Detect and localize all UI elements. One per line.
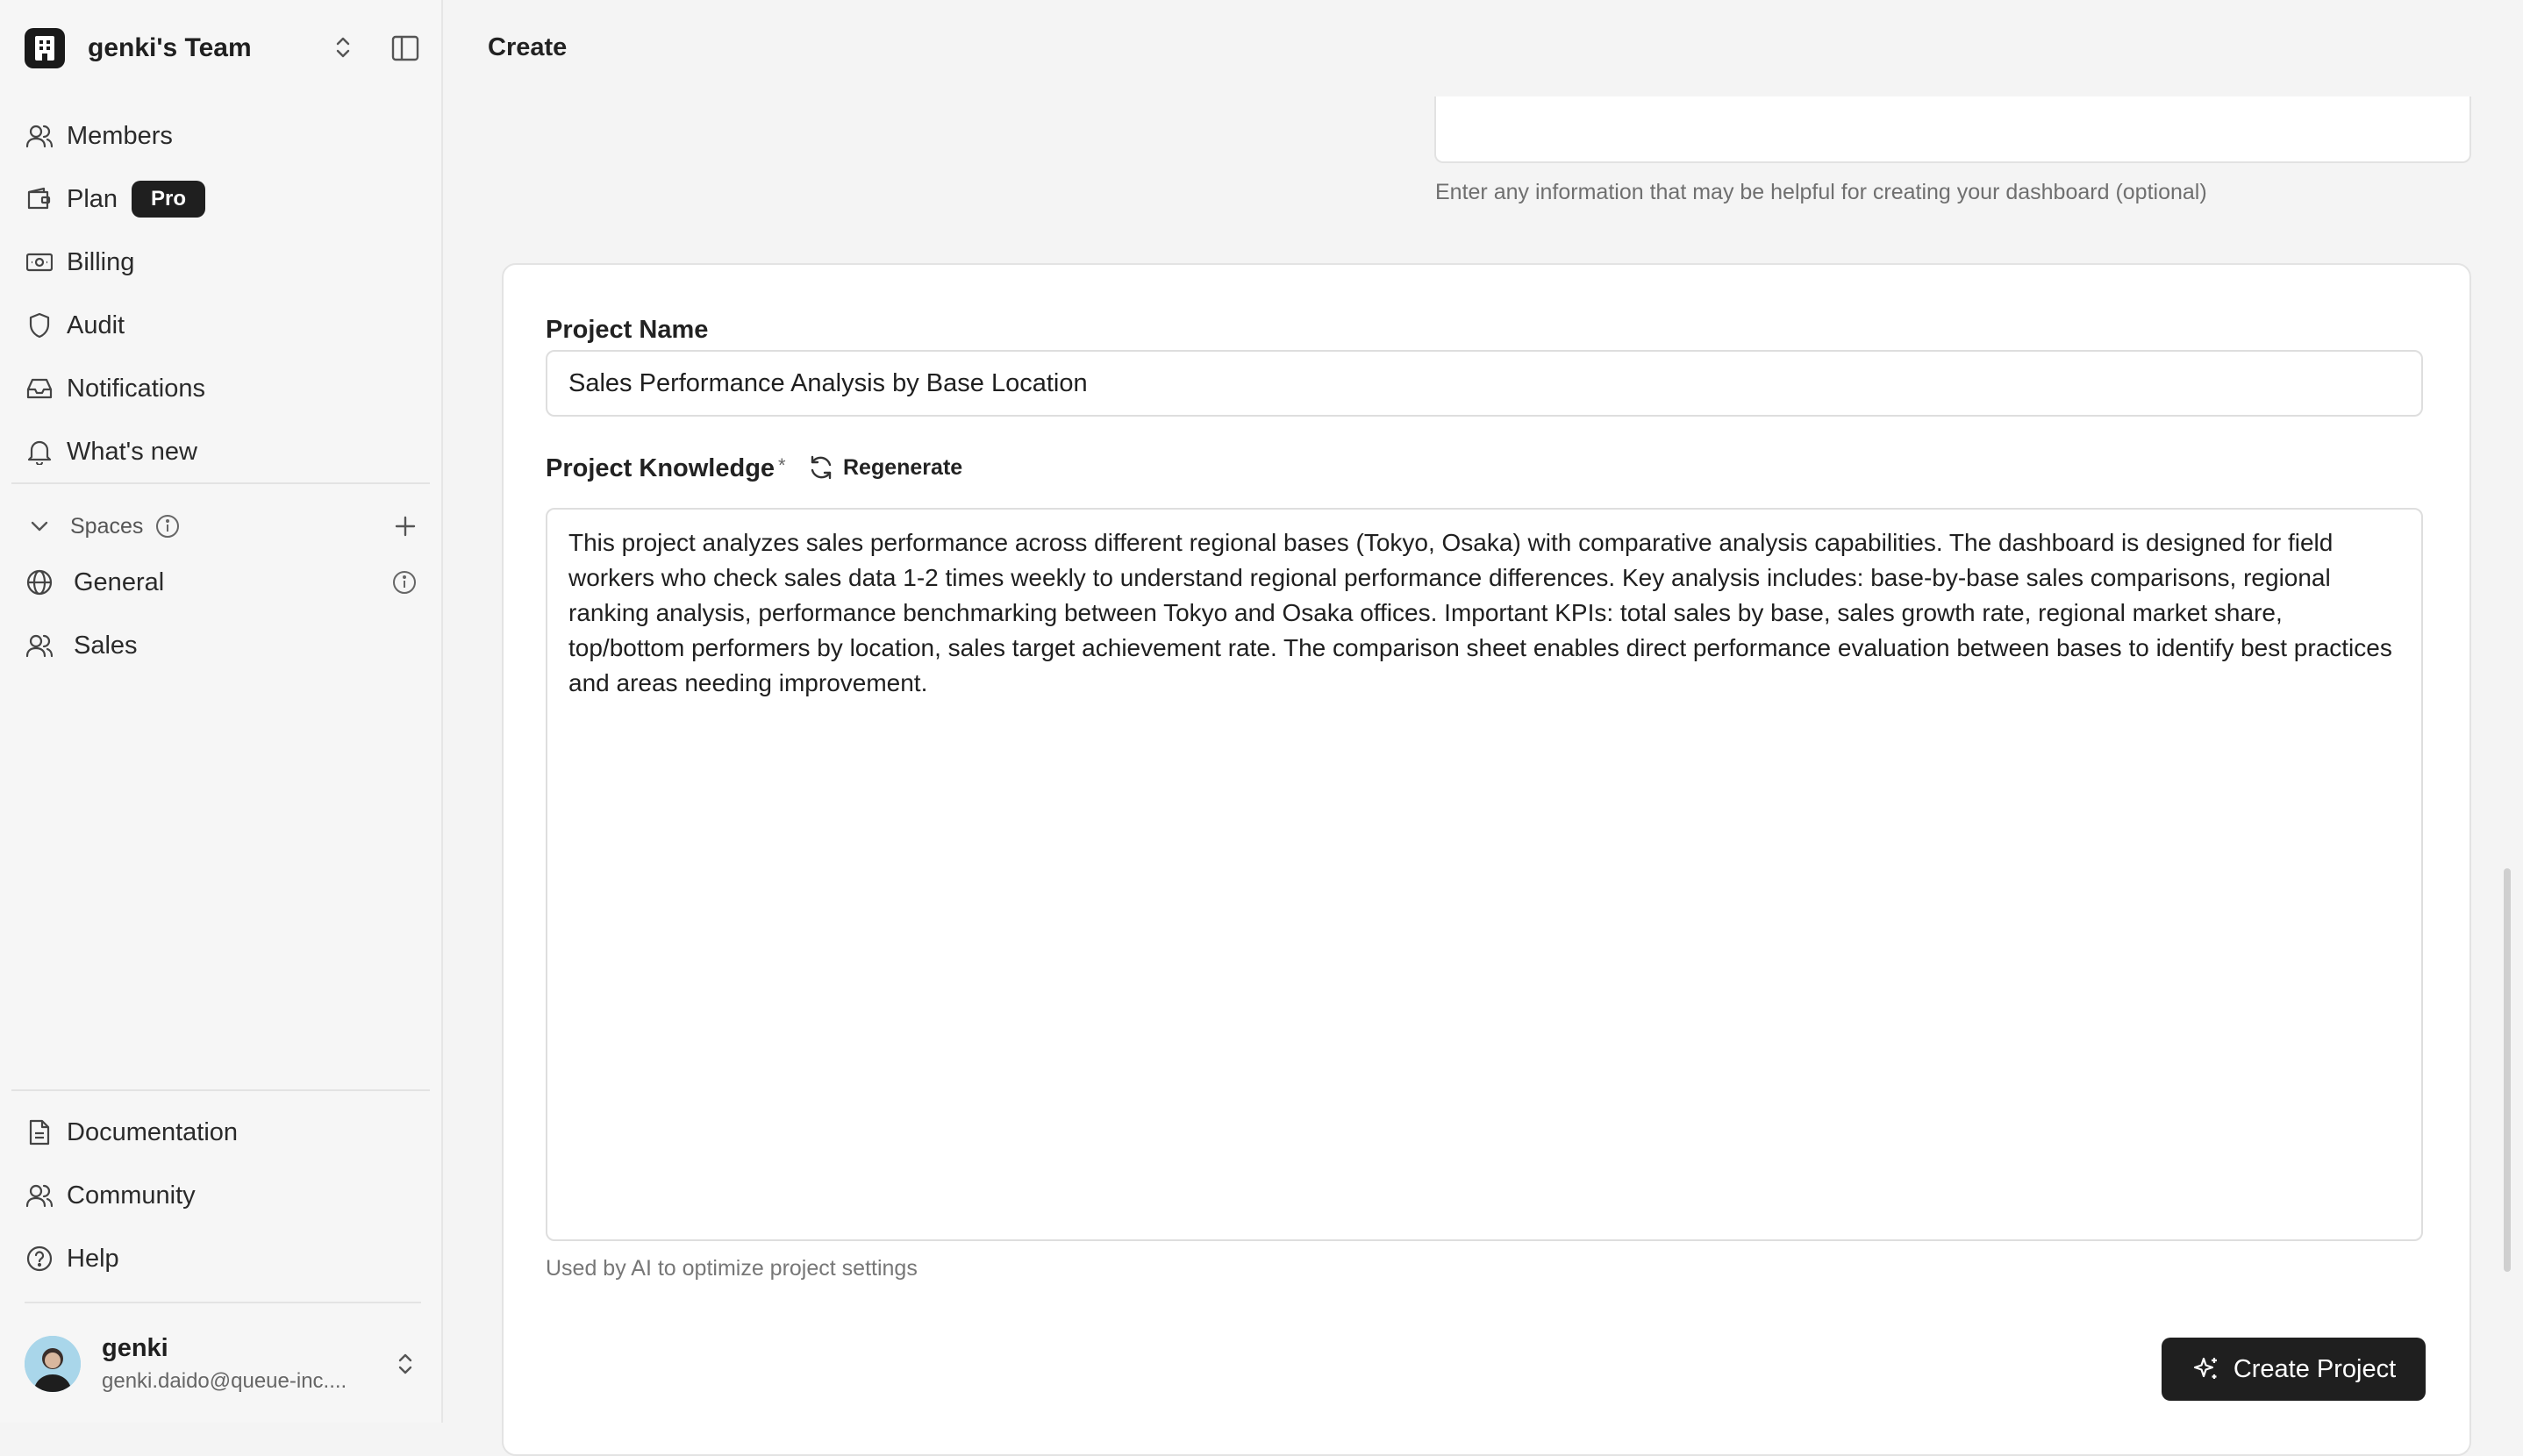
create-project-label: Create Project bbox=[2233, 1354, 2397, 1383]
sidebar-divider bbox=[25, 1302, 421, 1303]
sidebar-divider bbox=[11, 1089, 430, 1091]
project-name-input[interactable]: Sales Performance Analysis by Base Locat… bbox=[546, 350, 2423, 417]
project-knowledge-text: Project Knowledge bbox=[546, 454, 775, 482]
nav-label: What's new bbox=[67, 437, 197, 466]
banknote-icon bbox=[25, 247, 54, 277]
space-list: General Sales bbox=[25, 551, 421, 677]
nav-item-audit[interactable]: Audit bbox=[25, 294, 421, 357]
spaces-heading: Spaces bbox=[70, 513, 144, 539]
nav-item-documentation[interactable]: Documentation bbox=[25, 1101, 421, 1164]
users-icon bbox=[25, 631, 54, 660]
sparkles-icon bbox=[2191, 1354, 2221, 1384]
nav-label: Help bbox=[67, 1244, 119, 1273]
document-icon bbox=[25, 1117, 54, 1147]
space-item-general[interactable]: General bbox=[25, 551, 421, 614]
regenerate-label: Regenerate bbox=[843, 454, 963, 480]
plan-badge: Pro bbox=[132, 181, 206, 218]
user-email: genki.daido@queue-inc.... bbox=[102, 1369, 347, 1393]
team-switcher[interactable]: genki's Team bbox=[25, 28, 421, 68]
nav-item-billing[interactable]: Billing bbox=[25, 231, 421, 294]
main-nav: Members Plan Pro Billing Audit Notificat… bbox=[25, 104, 421, 483]
scrollbar[interactable] bbox=[2504, 868, 2511, 1272]
info-icon[interactable] bbox=[390, 567, 419, 597]
nav-label: Documentation bbox=[67, 1117, 239, 1146]
project-name-value: Sales Performance Analysis by Base Locat… bbox=[568, 368, 1088, 397]
users-icon bbox=[25, 121, 54, 151]
nav-label: Plan bbox=[67, 184, 118, 213]
nav-label: Members bbox=[67, 121, 173, 150]
nav-item-plan[interactable]: Plan Pro bbox=[25, 168, 421, 231]
additional-info-hint: Enter any information that may be helpfu… bbox=[1435, 180, 2207, 204]
sidebar-divider bbox=[11, 482, 430, 484]
main-content: Create Enter any information that may be… bbox=[443, 0, 2523, 1456]
nav-label: Billing bbox=[67, 247, 135, 276]
nav-item-members[interactable]: Members bbox=[25, 104, 421, 168]
space-item-sales[interactable]: Sales bbox=[25, 614, 421, 677]
sidebar: genki's Team Members Plan Pro Billing Au… bbox=[0, 0, 443, 1423]
page-title: Create bbox=[488, 33, 568, 61]
wallet-icon bbox=[25, 184, 54, 214]
user-menu[interactable]: genki genki.daido@queue-inc.... bbox=[25, 1329, 421, 1399]
refresh-icon bbox=[806, 453, 836, 482]
project-knowledge-value: This project analyzes sales performance … bbox=[568, 529, 2392, 696]
help-circle-icon bbox=[25, 1244, 54, 1274]
additional-info-textarea[interactable] bbox=[1434, 96, 2471, 163]
chevron-down-icon[interactable] bbox=[25, 520, 54, 532]
nav-item-help[interactable]: Help bbox=[25, 1227, 421, 1290]
space-label: Sales bbox=[74, 631, 138, 660]
project-knowledge-label: Project Knowledge * bbox=[546, 454, 786, 483]
project-name-label: Project Name bbox=[546, 316, 709, 344]
avatar bbox=[25, 1336, 81, 1392]
nav-item-whats-new[interactable]: What's new bbox=[25, 420, 421, 483]
shield-icon bbox=[25, 310, 54, 340]
bottom-nav: Documentation Community Help bbox=[25, 1101, 421, 1290]
nav-item-community[interactable]: Community bbox=[25, 1164, 421, 1227]
users-icon bbox=[25, 1181, 54, 1210]
project-form-card: Project Name Sales Performance Analysis … bbox=[502, 263, 2471, 1456]
info-icon[interactable] bbox=[155, 514, 180, 539]
project-knowledge-hint: Used by AI to optimize project settings bbox=[546, 1256, 918, 1281]
inbox-icon bbox=[25, 374, 54, 403]
nav-label: Audit bbox=[67, 310, 125, 339]
building-icon bbox=[25, 28, 65, 68]
create-project-button[interactable]: Create Project bbox=[2162, 1338, 2426, 1401]
chevron-up-down-icon[interactable] bbox=[327, 32, 359, 63]
nav-item-notifications[interactable]: Notifications bbox=[25, 357, 421, 420]
regenerate-button[interactable]: Regenerate bbox=[806, 453, 962, 482]
project-knowledge-textarea[interactable]: This project analyzes sales performance … bbox=[546, 508, 2423, 1241]
required-mark: * bbox=[778, 454, 786, 476]
globe-icon bbox=[25, 567, 54, 597]
add-space-icon[interactable] bbox=[390, 510, 421, 542]
team-name: genki's Team bbox=[88, 33, 252, 62]
bell-icon bbox=[25, 437, 54, 467]
spaces-header[interactable]: Spaces bbox=[25, 509, 421, 544]
sidebar-toggle-icon[interactable] bbox=[388, 31, 423, 66]
user-name: genki bbox=[102, 1334, 168, 1362]
nav-label: Community bbox=[67, 1181, 196, 1210]
space-label: General bbox=[74, 567, 165, 596]
nav-label: Notifications bbox=[67, 374, 205, 403]
chevron-up-down-icon[interactable] bbox=[390, 1348, 421, 1380]
